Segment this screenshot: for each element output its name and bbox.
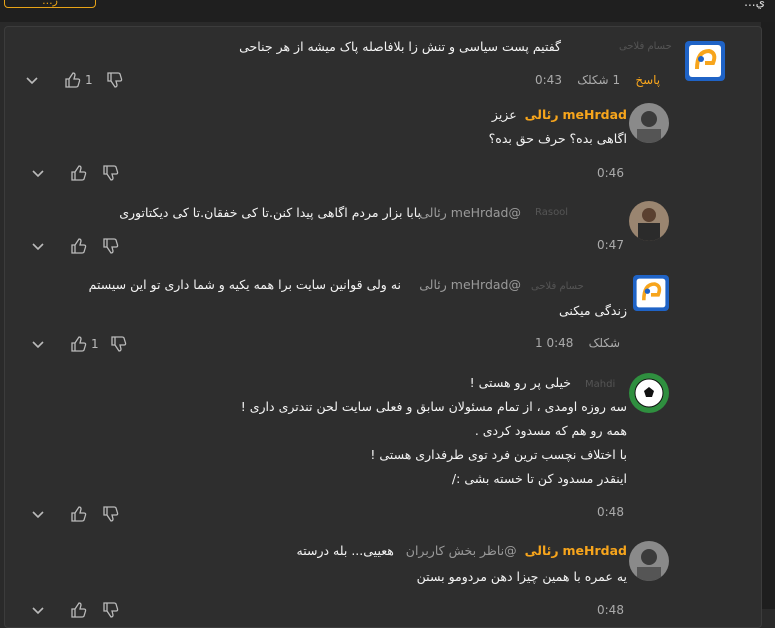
top-action-button[interactable]: ...ر	[4, 0, 96, 8]
thumbs-up-icon[interactable]	[63, 71, 81, 89]
comment-text: meHrdad رئالی @ناظر بخش کاربران هعییی...…	[297, 539, 627, 563]
comment-line1-rest: عزیز	[491, 107, 517, 122]
thumbs-up-icon[interactable]	[69, 601, 87, 619]
comment-text-body: بابا بزار مردم اگاهی پیدا کنن.تا کی خفقا…	[119, 205, 421, 220]
likes-label[interactable]: 1 شکلک	[577, 73, 620, 87]
comment-text: @meHrdad رئالی	[419, 201, 521, 225]
avatar[interactable]	[629, 201, 669, 241]
time-label: 0:48	[597, 603, 624, 617]
username[interactable]: meHrdad	[563, 543, 627, 558]
faded-username: حسام فلاحی	[531, 281, 584, 292]
chevron-down-icon[interactable]	[29, 335, 47, 353]
comment-text-line2: زندگی میکنی	[559, 303, 627, 318]
chevron-down-icon[interactable]	[29, 237, 47, 255]
thumbs-up-icon[interactable]	[69, 164, 87, 182]
comment-line: اینقدر مسدود کن تا خسته بشی :/	[451, 471, 627, 486]
thumbs-down-icon[interactable]	[101, 164, 119, 182]
faded-username: حسام فلاحی	[619, 41, 672, 52]
comment-text-line1: نه ولی قوانین سایت برا همه یکیه و شما دا…	[88, 277, 401, 292]
top-bar: ...ر ...ي	[0, 0, 775, 22]
comment-line: با اختلاف نچسب ترین فرد توی طرفداری هستی…	[370, 447, 627, 462]
thumbs-down-icon[interactable]	[101, 505, 119, 523]
thumbs-up-icon[interactable]	[69, 505, 87, 523]
thumbs-up-icon[interactable]	[69, 237, 87, 255]
comment-meta: پاسخ 1 شکلک 0:43	[535, 73, 660, 87]
comment-text-line2: یه عمره با همین چیزا دهن مردومو بستن	[416, 569, 627, 584]
avatar[interactable]	[629, 103, 669, 143]
faded-username: Mahdi	[585, 379, 616, 390]
mention[interactable]: @ناظر بخش کاربران	[406, 543, 517, 558]
comment-text: گفتیم پست سیاسی و تنش زا بلافاصله پاک می…	[239, 39, 561, 54]
avatar[interactable]	[629, 541, 669, 581]
time-label: 0:46	[597, 166, 624, 180]
comment-line: سه روزه اومدی ، از تمام مسئولان سابق و ف…	[240, 399, 627, 414]
chevron-down-icon[interactable]	[29, 601, 47, 619]
scrollbar[interactable]	[761, 22, 775, 609]
mention-link[interactable]: @meHrdad رئالی	[419, 277, 521, 292]
chevron-down-icon[interactable]	[29, 164, 47, 182]
thumbs-up-icon[interactable]	[69, 335, 87, 353]
comment-text: meHrdad رئالی عزیز	[492, 103, 627, 127]
username[interactable]: meHrdad	[563, 107, 627, 122]
mention: @meHrdad رئالی	[419, 273, 521, 297]
thumbs-down-icon[interactable]	[101, 601, 119, 619]
chevron-down-icon[interactable]	[29, 505, 47, 523]
like-count: 1	[85, 73, 93, 87]
comment-line: خیلی پر رو هستی !	[469, 375, 571, 390]
top-title: ...ي	[744, 0, 765, 9]
comment-text-line2: اگاهی بده؟ حرف حق بده؟	[488, 131, 627, 146]
time-label: 0:43	[535, 73, 562, 87]
faded-username: Rasool	[535, 207, 569, 218]
thumbs-down-icon[interactable]	[109, 335, 127, 353]
comments-panel: حسام فلاحی گفتیم پست سیاسی و تنش زا بلاف…	[4, 26, 762, 628]
reply-link[interactable]: پاسخ	[635, 73, 660, 87]
soccer-ball-avatar[interactable]	[629, 373, 669, 413]
comment-line1-rest: هعییی... بله درسته	[296, 543, 394, 558]
time-label: 0:47	[597, 238, 624, 252]
time-label: 0:48	[546, 336, 574, 350]
time-label: 0:48	[597, 505, 624, 519]
avatar[interactable]	[685, 41, 725, 81]
mention[interactable]: @meHrdad رئالی	[419, 205, 521, 220]
thumbs-down-icon[interactable]	[101, 237, 119, 255]
comment-line: همه رو هم که مسدود کردی .	[474, 423, 627, 438]
username-suffix: رئالی	[524, 107, 559, 122]
avatar[interactable]	[633, 275, 669, 311]
username-suffix: رئالی	[524, 543, 559, 558]
chevron-down-icon[interactable]	[23, 71, 41, 89]
like-count: 1	[91, 337, 99, 351]
comment-meta: 1 شکلک 0:48	[535, 336, 620, 350]
thumbs-down-icon[interactable]	[105, 71, 123, 89]
